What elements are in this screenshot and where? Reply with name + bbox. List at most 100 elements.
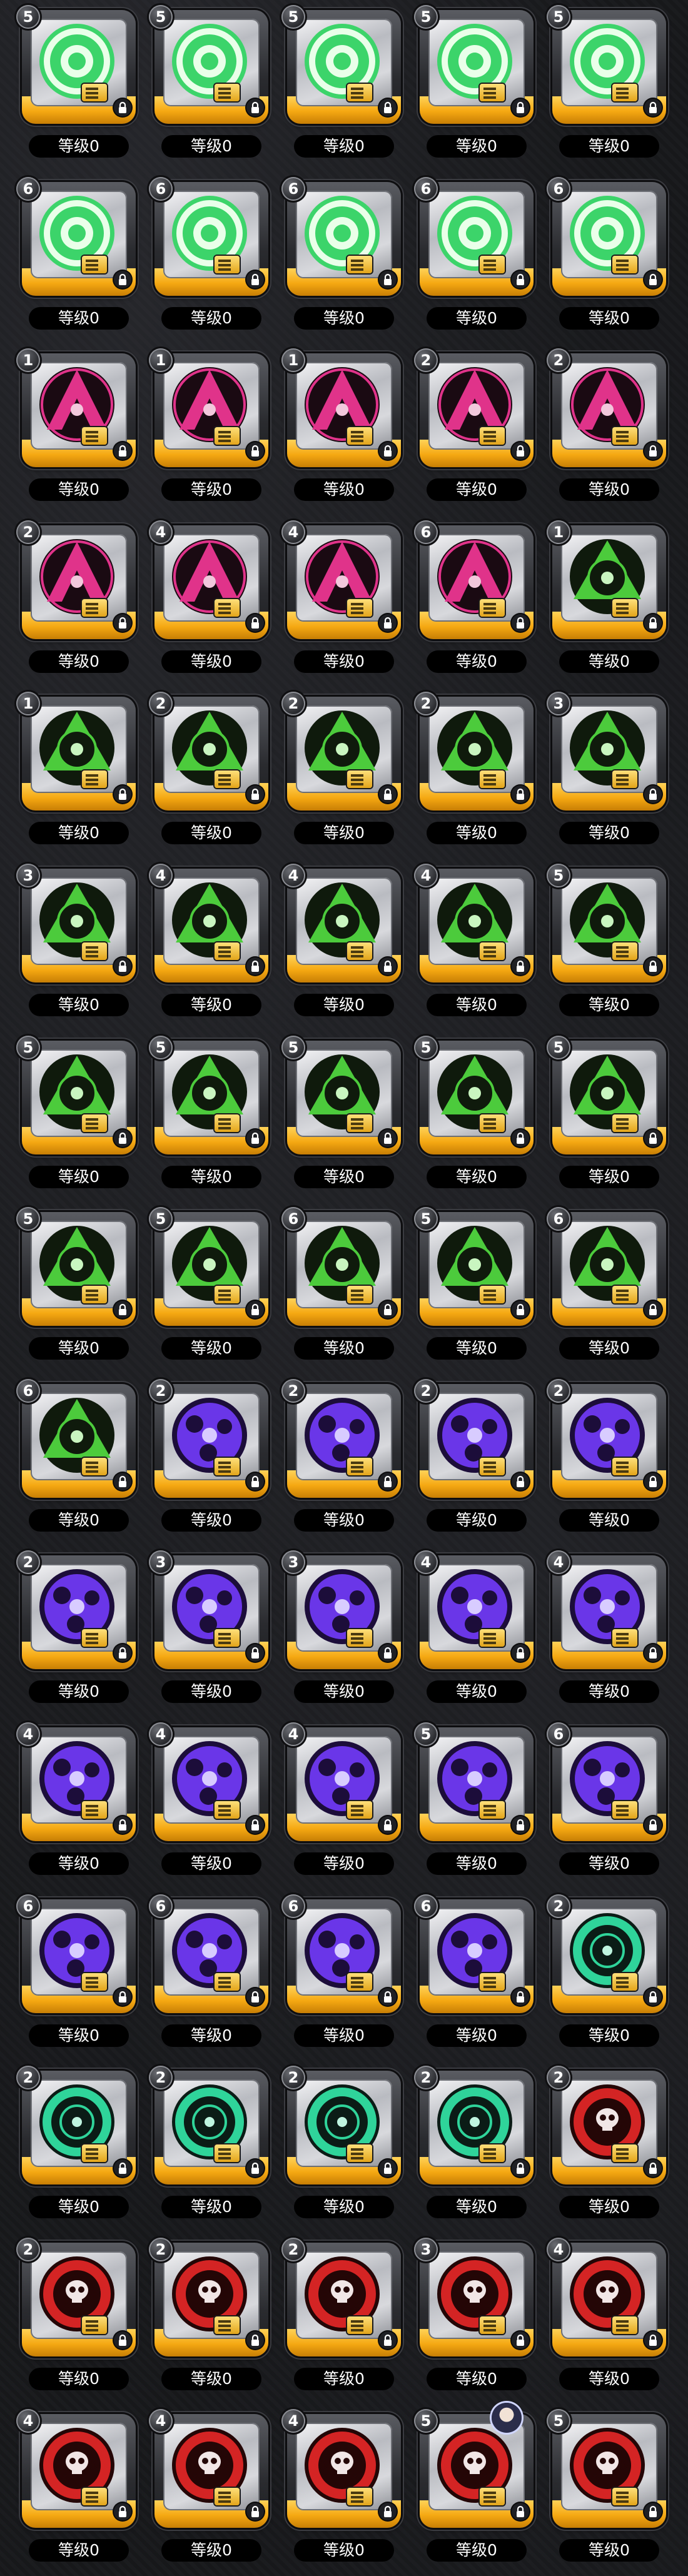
lock-icon [379,1301,397,1319]
record-item[interactable]: 5 等级0 [410,1034,543,1200]
level-label: 等级0 [29,2196,129,2219]
record-item[interactable]: 3 等级0 [145,1549,278,1715]
lock-icon [644,1301,662,1319]
record-item[interactable]: 2 等级0 [145,2064,278,2230]
label-tag-icon [612,84,637,101]
record-item[interactable]: 6 等级0 [13,176,145,341]
record-item[interactable]: 2 等级0 [410,690,543,856]
record-item[interactable]: 5 等级0 [543,1034,675,1200]
record-item[interactable]: 5 等级0 [145,4,278,169]
star-rank-badge: 2 [16,2066,40,2090]
record-item[interactable]: 5 等级0 [543,4,675,169]
label-tag-icon [347,2144,372,2163]
record-item[interactable]: 4 等级0 [145,862,278,1028]
record-item[interactable]: 2 等级0 [145,2236,278,2402]
record-item[interactable]: 6 等级0 [13,1378,145,1543]
record-item[interactable]: 4 等级0 [543,2236,675,2402]
star-rank-badge: 6 [149,1894,173,1918]
record-item[interactable]: 2 等级0 [543,347,675,513]
record-item[interactable]: 2 等级0 [145,1378,278,1543]
star-rank-badge: 4 [281,1722,305,1746]
record-item[interactable]: 1 等级0 [543,519,675,685]
record-item[interactable]: 6 等级0 [543,176,675,341]
record-item[interactable]: 5 等级0 [13,1206,145,1371]
record-item[interactable]: 5 等级0 [543,862,675,1028]
record-item[interactable]: 1 等级0 [13,347,145,513]
record-item[interactable]: 2 等级0 [410,2064,543,2230]
record-item[interactable]: 2 等级0 [278,2236,410,2402]
record-item[interactable]: 5 等级0 [145,1034,278,1200]
lock-icon [644,1129,662,1147]
record-item[interactable]: 2 等级0 [410,1378,543,1543]
record-item[interactable]: 5 等级0 [278,1034,410,1200]
record-item[interactable]: 6 等级0 [543,1206,675,1371]
record-item[interactable]: 4 等级0 [410,1549,543,1715]
record-item[interactable]: 2 等级0 [278,2064,410,2230]
label-tag-icon [612,599,637,617]
record-item[interactable]: 4 等级0 [278,2408,410,2573]
record-item[interactable]: 6 等级0 [278,176,410,341]
record-item[interactable]: 5 等级0 [410,4,543,169]
record-item[interactable]: 1 等级0 [278,347,410,513]
record-item[interactable]: 6 等级0 [145,1893,278,2059]
record-item[interactable]: 2 等级0 [13,2064,145,2230]
label-tag-icon [347,255,372,273]
record-item[interactable]: 3 等级0 [13,862,145,1028]
record-item[interactable]: 2 等级0 [13,519,145,685]
record-item[interactable]: 5 等级0 [145,1206,278,1371]
record-item[interactable]: 4 等级0 [145,2408,278,2573]
label-tag-icon [612,1629,637,1647]
record-item[interactable]: 6 等级0 [13,1893,145,2059]
record-item[interactable]: 4 等级0 [410,862,543,1028]
record-item[interactable]: 4 等级0 [13,2408,145,2573]
record-item[interactable]: 5 等级0 [278,4,410,169]
record-item[interactable]: 6 等级0 [278,1893,410,2059]
record-item[interactable]: 6 等级0 [410,1893,543,2059]
record-item[interactable]: 3 等级0 [543,690,675,856]
record-item[interactable]: 2 等级0 [410,347,543,513]
lock-icon [379,1988,397,2006]
record-item[interactable]: 3 等级0 [278,1549,410,1715]
star-rank-badge: 4 [547,2237,570,2261]
level-label: 等级0 [161,135,261,158]
lock-icon [644,957,662,975]
lock-icon [512,1301,529,1319]
record-item[interactable]: 5 等级0 [410,1206,543,1371]
record-item[interactable]: 6 等级0 [278,1206,410,1371]
star-rank-badge: 5 [414,1035,438,1059]
record-item[interactable]: 2 等级0 [13,2236,145,2402]
record-item[interactable]: 6 等级0 [543,1721,675,1887]
record-item[interactable]: 4 等级0 [278,519,410,685]
record-item[interactable]: 2 等级0 [543,1378,675,1543]
star-rank-badge: 2 [414,1378,438,1403]
record-item[interactable]: 4 等级0 [145,519,278,685]
record-item[interactable]: 5 等级0 [13,1034,145,1200]
record-item[interactable]: 2 等级0 [13,1549,145,1715]
record-item[interactable]: 5 等级0 [13,4,145,169]
record-item[interactable]: 5 等级0 [410,1721,543,1887]
record-item[interactable]: 5 等级0 [410,2403,543,2573]
record-item[interactable]: 6 等级0 [410,176,543,341]
record-item[interactable]: 2 等级0 [278,1378,410,1543]
lock-icon [644,99,662,116]
record-item[interactable]: 6 等级0 [410,519,543,685]
record-item[interactable]: 4 等级0 [145,1721,278,1887]
record-item[interactable]: 1 等级0 [13,690,145,856]
record-item[interactable]: 4 等级0 [543,1549,675,1715]
lock-icon [512,2159,529,2178]
record-item[interactable]: 6 等级0 [145,176,278,341]
record-item[interactable]: 4 等级0 [278,862,410,1028]
level-label: 等级0 [161,306,261,330]
record-item[interactable]: 5 等级0 [543,2408,675,2573]
record-item[interactable]: 2 等级0 [543,2064,675,2230]
lock-icon [512,442,529,460]
label-tag-icon [82,427,107,445]
record-item[interactable]: 3 等级0 [410,2236,543,2402]
record-item[interactable]: 2 等级0 [278,690,410,856]
record-item[interactable]: 4 等级0 [278,1721,410,1887]
record-item[interactable]: 2 等级0 [543,1893,675,2059]
level-label: 等级0 [559,1337,659,1360]
record-item[interactable]: 1 等级0 [145,347,278,513]
record-item[interactable]: 4 等级0 [13,1721,145,1887]
record-item[interactable]: 2 等级0 [145,690,278,856]
